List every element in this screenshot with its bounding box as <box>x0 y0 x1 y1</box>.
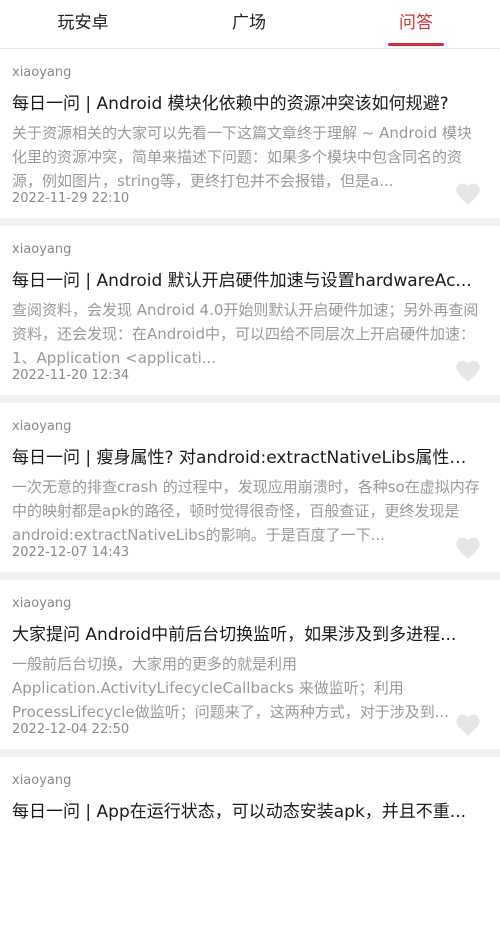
item-date: 2022-12-04 22:50 <box>12 722 130 737</box>
item-title: 每日一问 | Android 模块化依赖中的资源冲突该如何规避? <box>12 94 449 114</box>
list-item[interactable]: xiaoyang 每日一问 | Android 默认开启硬件加速与设置hardw… <box>0 226 500 395</box>
tab-wanandroid[interactable]: 玩安卓 <box>0 0 166 48</box>
item-title: 大家提问 Android中前后台切换监听，如果涉及到多进程... <box>12 625 457 645</box>
qa-list: xiaoyang 每日一问 | Android 模块化依赖中的资源冲突该如何规避… <box>0 49 500 926</box>
heart-icon[interactable] <box>454 711 482 737</box>
heart-icon[interactable] <box>454 180 482 206</box>
tab-qa[interactable]: 问答 <box>332 0 500 48</box>
item-title: 每日一问 | App在运行状态，可以动态安装apk，并且不重... <box>12 802 467 822</box>
author-name[interactable]: xiaoyang <box>12 242 488 258</box>
item-description: 关于资源相关的大家可以先看一下这篇文章终于理解 ~ Android 模块化里的资… <box>12 124 472 190</box>
heart-icon[interactable] <box>454 357 482 383</box>
item-title: 每日一问 | 瘦身属性? 对android:extractNativeLibs属… <box>12 448 482 468</box>
item-title: 每日一问 | Android 默认开启硬件加速与设置hardwareAc... <box>12 271 472 291</box>
item-date: 2022-12-07 14:43 <box>12 545 130 560</box>
author-name[interactable]: xiaoyang <box>12 65 488 81</box>
list-item[interactable]: xiaoyang 每日一问 | Android 模块化依赖中的资源冲突该如何规避… <box>0 49 500 218</box>
author-name[interactable]: xiaoyang <box>12 596 488 612</box>
list-item[interactable]: xiaoyang 大家提问 Android中前后台切换监听，如果涉及到多进程..… <box>0 580 500 749</box>
heart-icon[interactable] <box>454 534 482 560</box>
item-date: 2022-11-29 22:10 <box>12 191 130 206</box>
tab-square[interactable]: 广场 <box>166 0 332 48</box>
list-item[interactable]: xiaoyang 每日一问 | App在运行状态，可以动态安装apk，并且不重.… <box>0 757 500 926</box>
item-description: 查阅资料，会发现 Android 4.0开始则默认开启硬件加速；另外再查阅资料，… <box>12 301 479 367</box>
item-description: 一般前后台切换，大家用的更多的就是利用 Application.Activity… <box>12 655 450 721</box>
author-name[interactable]: xiaoyang <box>12 419 488 435</box>
item-description: 一次无意的排查crash 的过程中，发现应用崩溃时，各种so在虚拟内存中的映射都… <box>12 478 480 544</box>
list-item[interactable]: xiaoyang 每日一问 | 瘦身属性? 对android:extractNa… <box>0 403 500 572</box>
author-name[interactable]: xiaoyang <box>12 773 488 789</box>
top-tab-bar: 玩安卓 广场 问答 <box>0 0 500 49</box>
item-date: 2022-11-20 12:34 <box>12 368 130 383</box>
